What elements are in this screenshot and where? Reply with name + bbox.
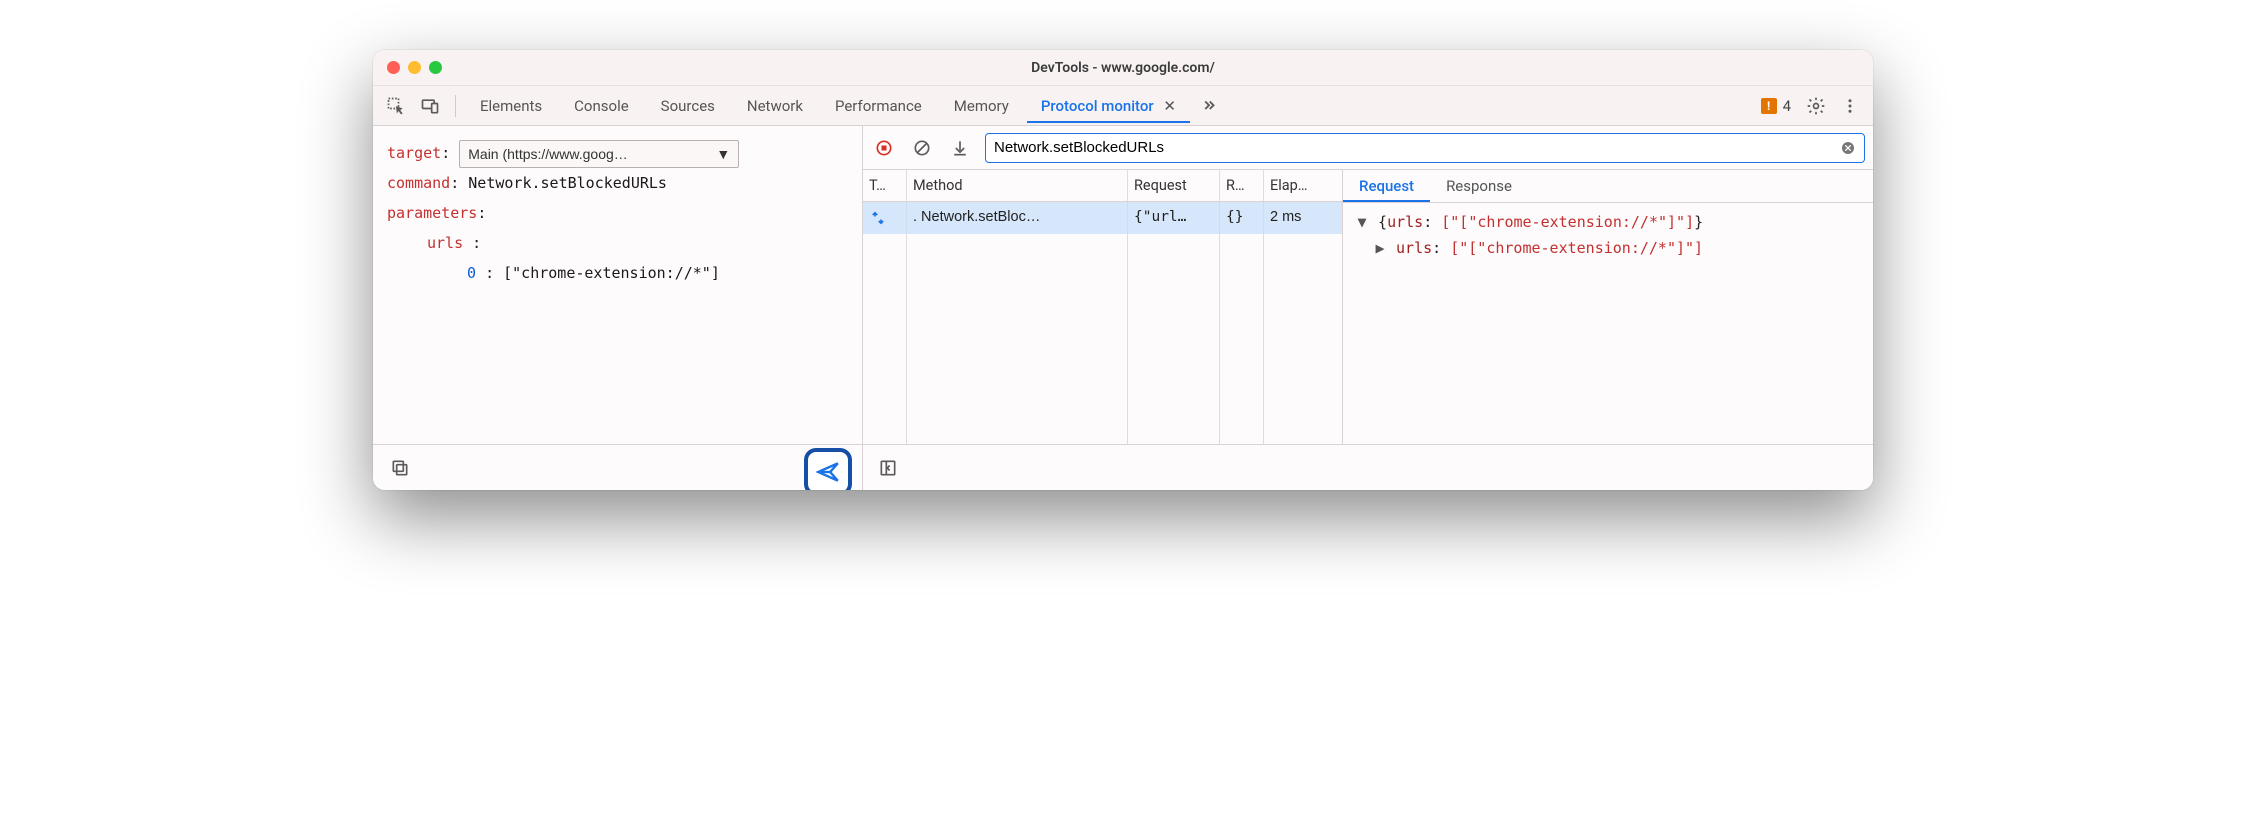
- detail-tab-request[interactable]: Request: [1343, 170, 1430, 202]
- close-icon[interactable]: ✕: [1163, 97, 1176, 115]
- chevron-down-icon: ▼: [716, 139, 730, 169]
- table-row[interactable]: . Network.setBloc… {"url… {} 2 ms: [863, 202, 1342, 234]
- filter-field[interactable]: [985, 133, 1865, 163]
- devtools-window: DevTools - www.google.com/ Elements Cons…: [373, 50, 1873, 490]
- col-type[interactable]: T…: [863, 170, 907, 201]
- minimize-window-button[interactable]: [408, 61, 421, 74]
- toggle-sidebar-icon[interactable]: [871, 451, 905, 485]
- detail-tab-response[interactable]: Response: [1430, 170, 1528, 202]
- tab-console[interactable]: Console: [560, 89, 643, 123]
- param-value[interactable]: ["chrome-extension://*"]: [503, 264, 720, 282]
- tree-row-root[interactable]: ▼ {urls: ["["chrome-extension://*"]"]}: [1355, 209, 1861, 235]
- tree-val-child: ["["chrome-extension://*"]"]: [1450, 239, 1703, 257]
- detail-panel: Request Response ▼ {urls: ["["chrome-ext…: [1343, 170, 1873, 444]
- cell-response: {}: [1220, 202, 1264, 234]
- command-value[interactable]: Network.setBlockedURLs: [468, 174, 667, 192]
- col-method[interactable]: Method: [907, 170, 1128, 201]
- close-window-button[interactable]: [387, 61, 400, 74]
- clear-filter-icon[interactable]: [1840, 140, 1856, 156]
- col-response[interactable]: R…: [1220, 170, 1264, 201]
- protocol-log-panel: T… Method Request R… Elap… . Network.set…: [863, 126, 1873, 490]
- parameters-label: parameters: [387, 204, 477, 222]
- log-body: T… Method Request R… Elap… . Network.set…: [863, 170, 1873, 444]
- command-editor-body: target: Main (https://www.goog… ▼ comman…: [373, 126, 862, 444]
- detail-body: ▼ {urls: ["["chrome-extension://*"]"]} ▶…: [1343, 203, 1873, 444]
- main-split: target: Main (https://www.goog… ▼ comman…: [373, 126, 1873, 490]
- log-toolbar: [863, 126, 1873, 170]
- target-select[interactable]: Main (https://www.goog… ▼: [459, 140, 739, 168]
- param-urls-key: urls: [427, 234, 463, 252]
- titlebar: DevTools - www.google.com/: [373, 50, 1873, 86]
- brace-close: }: [1694, 213, 1703, 231]
- table-header: T… Method Request R… Elap…: [863, 170, 1342, 202]
- col-request[interactable]: Request: [1128, 170, 1220, 201]
- tab-protocol-monitor[interactable]: Protocol monitor ✕: [1027, 89, 1190, 123]
- clear-button[interactable]: [909, 135, 935, 161]
- log-table: T… Method Request R… Elap… . Network.set…: [863, 170, 1343, 444]
- target-label: target: [387, 144, 441, 162]
- tab-elements[interactable]: Elements: [466, 89, 556, 123]
- log-footer: [863, 444, 1873, 490]
- command-editor-panel: target: Main (https://www.goog… ▼ comman…: [373, 126, 863, 490]
- cell-request: {"url…: [1128, 202, 1220, 234]
- tab-performance[interactable]: Performance: [821, 89, 936, 123]
- device-toolbar-icon[interactable]: [415, 91, 445, 121]
- cell-elapsed: 2 ms: [1264, 202, 1342, 234]
- detail-tabs: Request Response: [1343, 170, 1873, 203]
- target-select-value: Main (https://www.goog…: [468, 139, 628, 169]
- tab-protocol-monitor-label: Protocol monitor: [1041, 97, 1154, 115]
- divider: [455, 95, 456, 117]
- tree-row-child[interactable]: ▶ urls: ["["chrome-extension://*"]"]: [1355, 235, 1861, 261]
- brace-open: {: [1378, 213, 1387, 231]
- tab-network[interactable]: Network: [733, 89, 817, 123]
- kebab-menu-icon[interactable]: [1835, 91, 1865, 121]
- tab-memory[interactable]: Memory: [940, 89, 1023, 123]
- editor-footer: [373, 444, 862, 490]
- record-button[interactable]: [871, 135, 897, 161]
- tree-key-urls: urls: [1387, 213, 1423, 231]
- cell-type-icon: [863, 202, 907, 234]
- inspect-icon[interactable]: [381, 91, 411, 121]
- tree-key-urls-2: urls: [1396, 239, 1432, 257]
- caret-right-icon[interactable]: ▶: [1373, 235, 1387, 261]
- param-index: 0: [467, 264, 476, 282]
- save-icon[interactable]: [947, 135, 973, 161]
- main-tabbar: Elements Console Sources Network Perform…: [373, 86, 1873, 126]
- warnings-badge[interactable]: ! 4: [1755, 97, 1797, 115]
- tree-val-root: ["["chrome-extension://*"]"]: [1441, 213, 1694, 231]
- warnings-count: 4: [1783, 97, 1791, 115]
- col-elapsed[interactable]: Elap…: [1264, 170, 1342, 201]
- filter-input[interactable]: [994, 139, 1840, 156]
- caret-down-icon[interactable]: ▼: [1355, 209, 1369, 235]
- cell-method: . Network.setBloc…: [907, 202, 1128, 234]
- copy-icon[interactable]: [383, 451, 417, 485]
- send-command-button[interactable]: [804, 448, 852, 491]
- table-empty-area: [863, 234, 1342, 444]
- settings-icon[interactable]: [1801, 91, 1831, 121]
- command-label: command: [387, 174, 450, 192]
- window-title: DevTools - www.google.com/: [373, 60, 1873, 76]
- window-controls: [387, 61, 442, 74]
- maximize-window-button[interactable]: [429, 61, 442, 74]
- more-tabs-icon[interactable]: [1194, 91, 1224, 121]
- tab-sources[interactable]: Sources: [647, 89, 729, 123]
- warning-icon: !: [1761, 98, 1777, 114]
